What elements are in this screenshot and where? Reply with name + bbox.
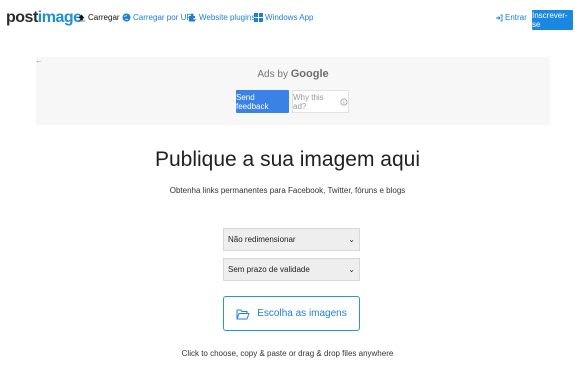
expiry-select[interactable]: Sem prazo de validade ⌄ <box>223 258 360 281</box>
expiry-select-value: Sem prazo de validade <box>228 265 310 274</box>
nav-upload[interactable]: Carregar <box>77 13 120 22</box>
nav-plugins-label: Website plugins <box>199 13 256 22</box>
page-title: Publique a sua imagem aqui <box>154 148 420 171</box>
chevron-down-icon: ⌄ <box>348 235 355 244</box>
logo[interactable]: postimage <box>6 9 82 27</box>
nav-windows-app-label: Windows App <box>265 13 314 22</box>
logo-text-left: post <box>6 9 38 26</box>
send-feedback-button[interactable]: Send feedback <box>236 90 289 113</box>
why-this-ad-label: Why this ad? <box>293 92 324 111</box>
nav-upload-url[interactable]: Carregar por URL <box>122 13 197 22</box>
puzzle-icon <box>189 13 195 22</box>
ad-banner: ← Ads by Google Send feedback Why this a… <box>35 56 550 125</box>
signup-button[interactable]: Inscrever-se <box>532 10 573 30</box>
ads-by-google: Ads by Google <box>36 68 550 80</box>
upload-hint: Click to choose, copy & paste or drag & … <box>181 349 394 358</box>
nav-upload-label: Carregar <box>88 13 120 22</box>
info-icon <box>340 97 348 106</box>
logo-text-right: image <box>37 9 82 26</box>
nav-windows-app[interactable]: Windows App <box>254 13 313 22</box>
ads-by-text: Ads by <box>257 69 288 80</box>
login-label: Entrar <box>505 13 527 22</box>
nav-plugins[interactable]: Website plugins <box>188 13 255 22</box>
choose-images-button[interactable]: Escolha as imagens <box>223 296 360 331</box>
why-this-ad-button[interactable]: Why this ad? <box>292 90 349 113</box>
top-nav: postimage Carregar Carregar por URL Webs… <box>0 0 575 40</box>
google-brand: Google <box>290 68 329 80</box>
resize-select-value: Não redimensionar <box>228 235 296 244</box>
upload-icon <box>78 14 85 21</box>
page-subtitle: Obtenha links permanentes para Facebook,… <box>169 186 406 195</box>
globe-icon <box>122 13 131 22</box>
windows-icon <box>254 13 263 22</box>
resize-select[interactable]: Não redimensionar ⌄ <box>223 228 360 251</box>
sign-in-icon <box>496 14 503 21</box>
chevron-down-icon: ⌄ <box>348 265 355 274</box>
choose-images-label: Escolha as imagens <box>257 308 347 319</box>
folder-open-icon <box>236 309 250 319</box>
ad-back-arrow[interactable]: ← <box>35 56 43 65</box>
login-link[interactable]: Entrar <box>495 13 527 22</box>
